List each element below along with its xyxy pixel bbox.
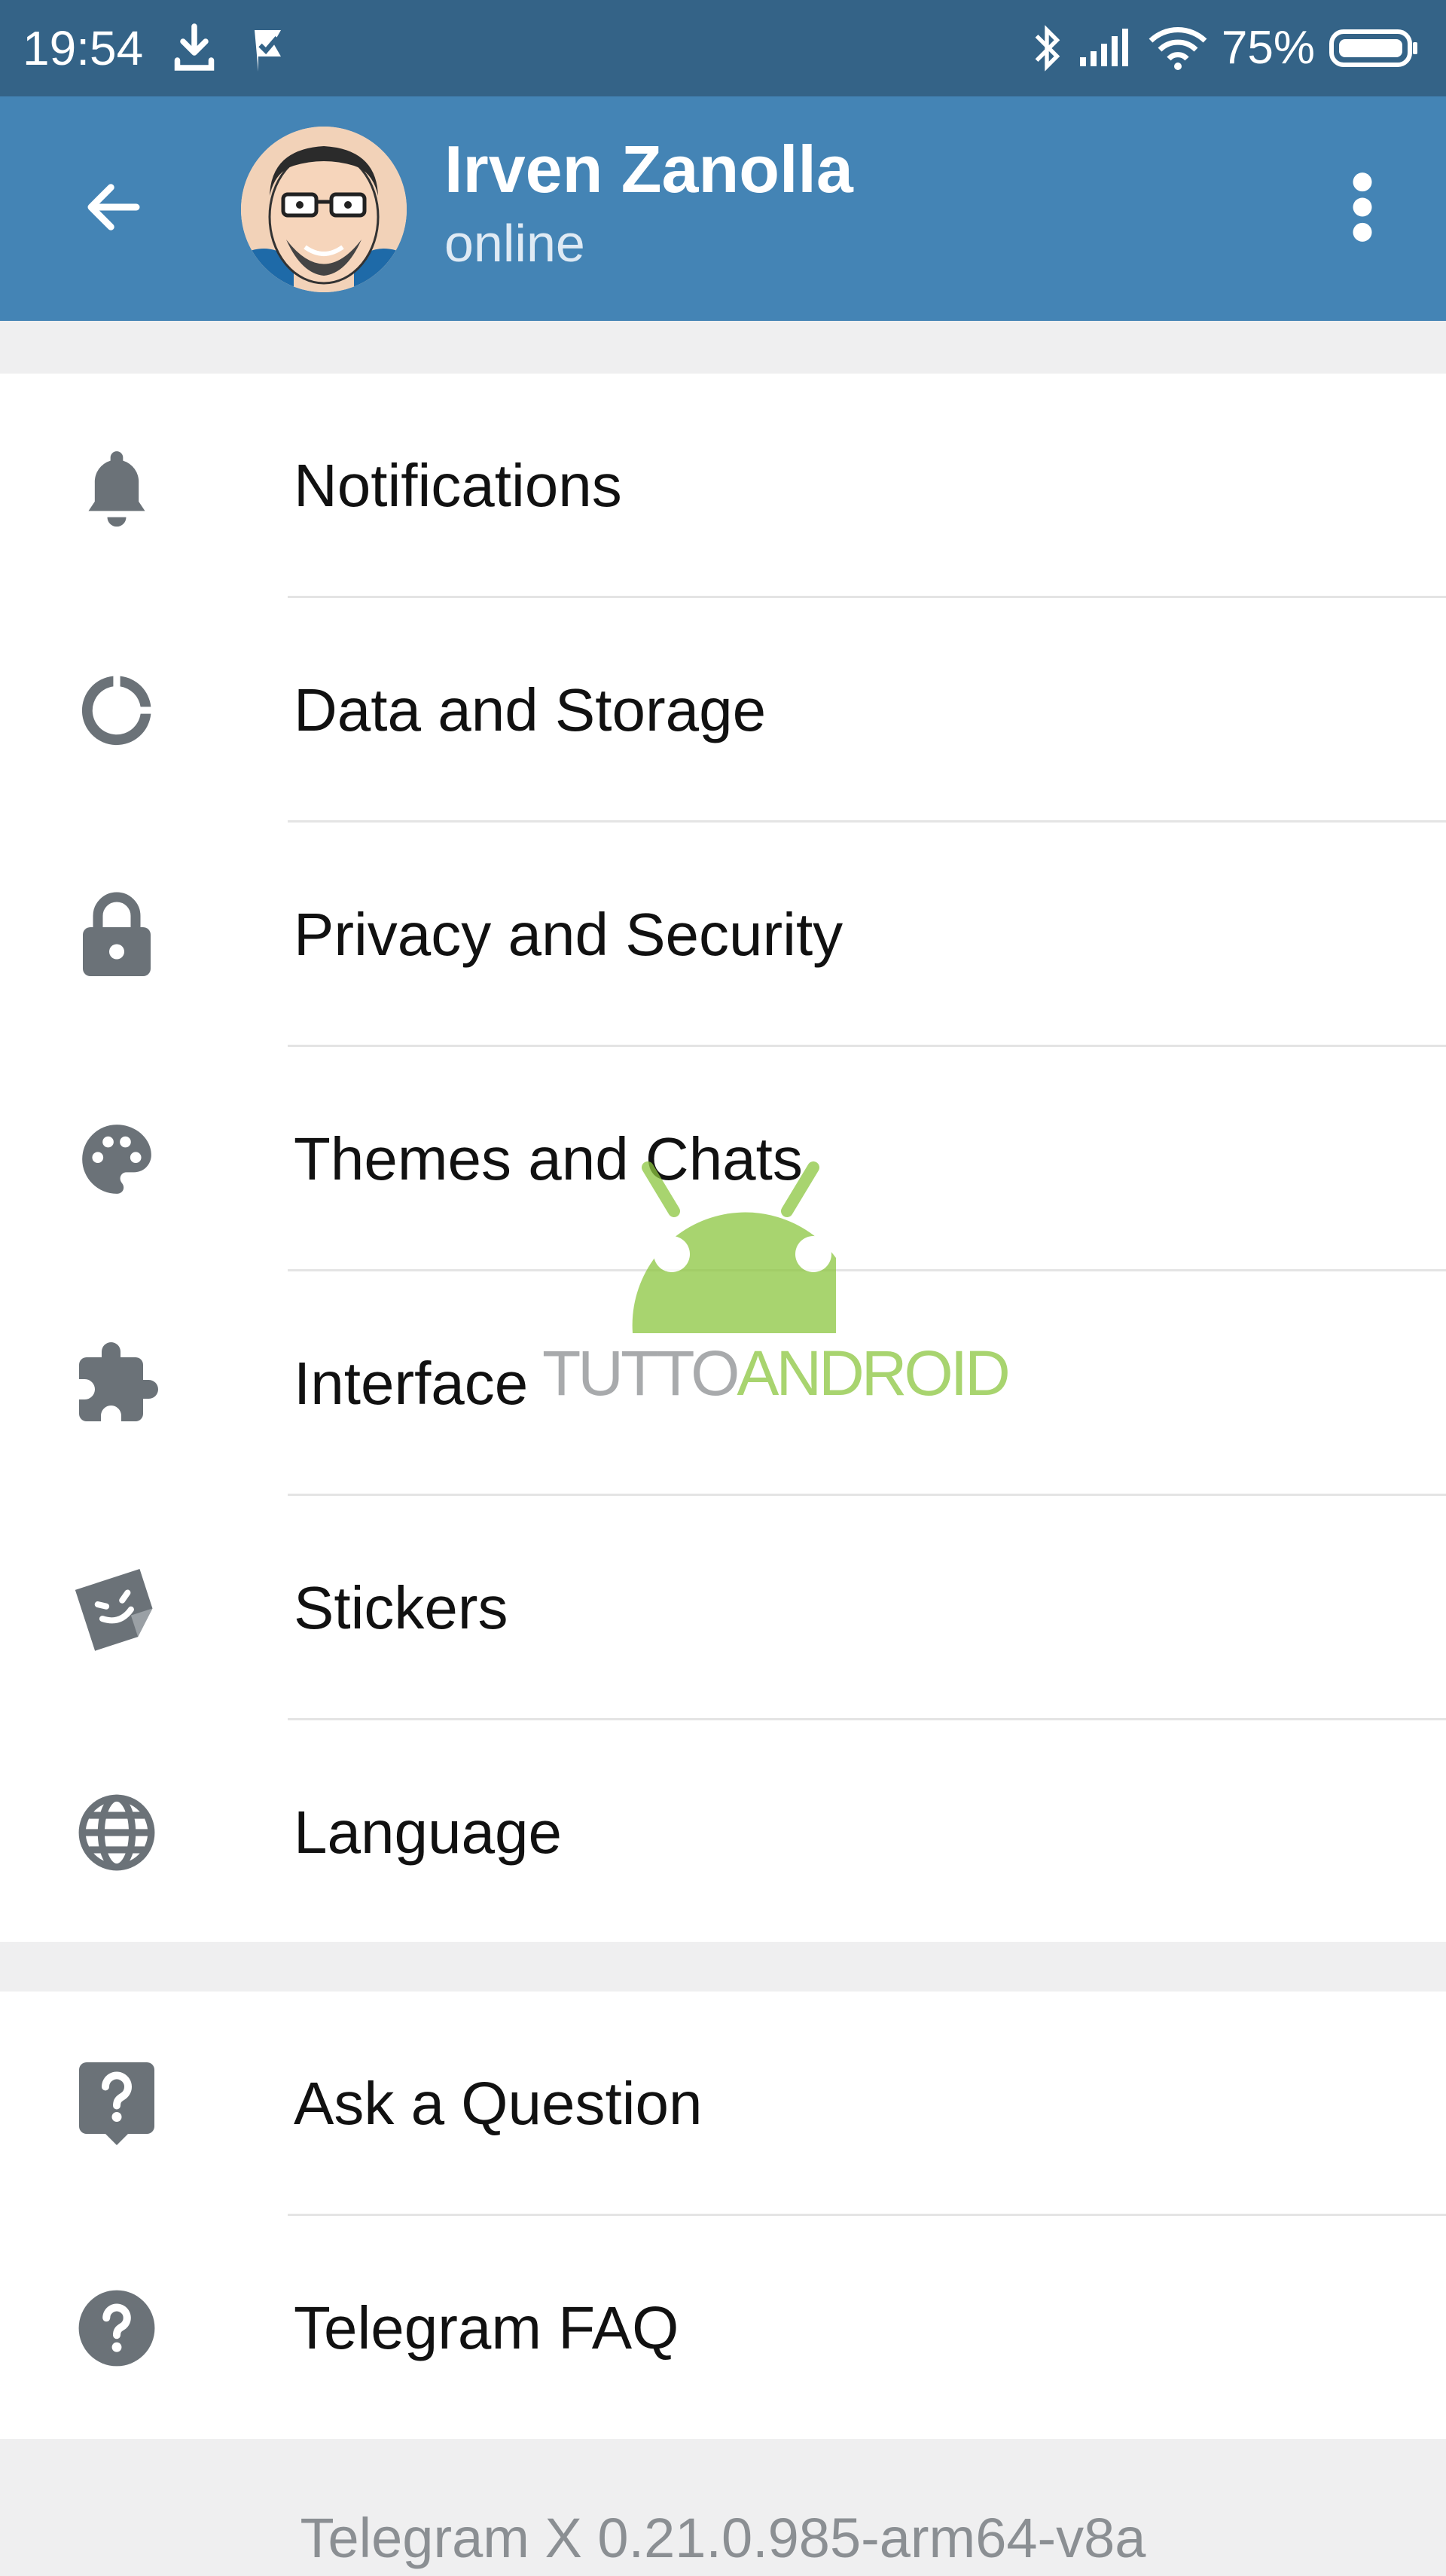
donut-chart-icon [68,661,166,759]
lock-icon [68,886,166,984]
contact-name: Irven Zanolla [444,132,853,206]
settings-item-label: Themes and Chats [294,1125,803,1192]
battery-percent: 75% [1221,22,1315,74]
settings-item-privacy-security[interactable]: Privacy and Security [0,823,1446,1047]
question-bubble-icon [68,2055,166,2153]
settings-item-label: Interface [294,1350,529,1417]
download-icon [174,23,215,71]
settings-item-label: Notifications [294,452,622,519]
wifi-icon [1149,27,1207,70]
palette-icon [68,1110,166,1208]
puzzle-icon [68,1335,166,1433]
status-time: 19:54 [23,21,144,75]
app-bar: Irven Zanolla online [0,96,1446,321]
arrow-left-icon [87,184,140,230]
settings-item-label: Privacy and Security [294,901,844,968]
settings-item-ask-question[interactable]: Ask a Question [0,1992,1446,2216]
avatar-image [241,127,407,292]
cell-signal-icon [1079,29,1128,66]
settings-group-help: Ask a Question Telegram FAQ [0,1992,1446,2439]
settings-item-label: Stickers [294,1574,508,1641]
contact-status: online [444,214,585,273]
check-flag-icon [255,30,281,72]
settings-item-language[interactable]: Language [0,1720,1446,1945]
settings-item-interface[interactable]: Interface [0,1271,1446,1496]
settings-item-data-storage[interactable]: Data and Storage [0,598,1446,823]
status-bar: 19:54 75% [0,0,1446,96]
back-button[interactable] [72,166,155,249]
more-options-button[interactable] [1321,166,1404,249]
settings-item-stickers[interactable]: Stickers [0,1496,1446,1720]
settings-item-label: Ask a Question [294,2070,703,2137]
settings-item-label: Telegram FAQ [294,2294,679,2361]
bluetooth-icon [1035,25,1060,72]
avatar[interactable] [241,127,407,292]
settings-item-themes-chats[interactable]: Themes and Chats [0,1047,1446,1271]
more-vert-icon [1353,172,1372,242]
sticker-icon [68,1559,166,1657]
battery-icon [1329,29,1417,67]
settings-item-label: Language [294,1799,562,1866]
settings-group-main: Notifications Data and Storage Privacy a… [0,374,1446,1942]
settings-item-label: Data and Storage [294,676,767,743]
help-circle-icon [68,2279,166,2377]
settings-item-notifications[interactable]: Notifications [0,374,1446,598]
settings-item-telegram-faq[interactable]: Telegram FAQ [0,2216,1446,2440]
globe-icon [68,1784,166,1882]
bell-icon [68,437,166,535]
app-version: Telegram X 0.21.0.985-arm64-v8a [300,2507,1146,2569]
